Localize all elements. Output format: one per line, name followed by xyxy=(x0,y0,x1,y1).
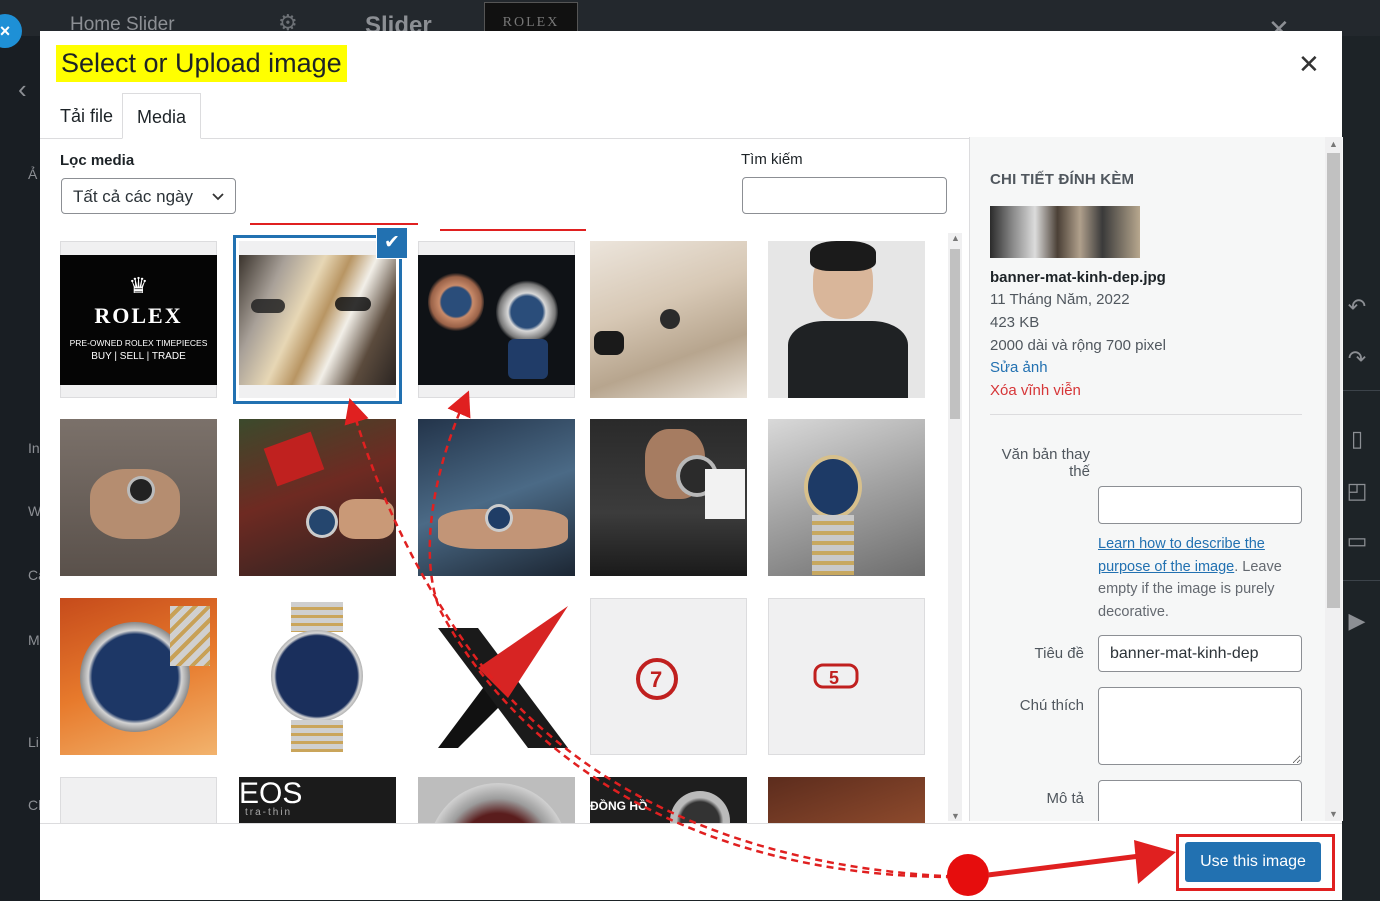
description-label: Mô tả xyxy=(1046,790,1084,807)
media-tile-eos-banner[interactable]: EOS tra-thin xyxy=(239,777,396,823)
panel-label: Li xyxy=(28,734,39,750)
media-tile-watch-closeup[interactable] xyxy=(418,777,575,823)
use-this-image-button[interactable]: Use this image xyxy=(1185,842,1321,882)
title-input[interactable] xyxy=(1098,635,1302,672)
tile-text: BUY | SELL | TRADE xyxy=(91,351,186,362)
alt-text-input[interactable] xyxy=(1098,486,1302,524)
alt-text-label-line: thế xyxy=(1069,463,1090,480)
x-logo-icon xyxy=(438,606,568,748)
media-tile-cuff-watch[interactable] xyxy=(590,419,747,576)
media-tile-man-portrait[interactable] xyxy=(768,241,925,398)
tab-upload[interactable]: Tải file xyxy=(46,93,127,137)
media-tile-rolex[interactable]: ♛ ROLEX PRE-OWNED ROLEX TIMEPIECES BUY |… xyxy=(60,241,217,398)
divider xyxy=(1343,390,1380,391)
media-grid: ♛ ROLEX PRE-OWNED ROLEX TIMEPIECES BUY |… xyxy=(40,233,950,823)
desktop-icon[interactable]: ▭ xyxy=(1346,528,1368,554)
media-tile-dong-ho[interactable]: ĐỒNG HỒ xyxy=(590,777,747,823)
alt-help-link[interactable]: purpose of the image xyxy=(1098,559,1234,575)
panel-label: Ả xyxy=(28,166,38,182)
media-tile-wrist-watch-1[interactable] xyxy=(60,419,217,576)
modal-footer xyxy=(40,823,1342,900)
modal-tabs: Tải file Media xyxy=(40,93,970,139)
alt-help-link[interactable]: Learn how to describe the xyxy=(1098,536,1265,552)
selected-check-icon[interactable]: ✔ xyxy=(377,228,407,258)
redo-icon[interactable]: ↷ xyxy=(1346,346,1368,372)
media-tile-citizen-watch-1[interactable] xyxy=(60,598,217,755)
date-filter-value: Tất cả các ngày xyxy=(73,187,194,206)
media-tile-wrist-watch-2[interactable] xyxy=(418,419,575,576)
icon-5-graphic: 5 xyxy=(813,663,859,689)
details-scrollbar-thumb[interactable] xyxy=(1327,153,1340,608)
media-tile-watches-blue[interactable] xyxy=(418,241,575,398)
tile-text: ROLEX xyxy=(94,303,183,328)
description-textarea[interactable] xyxy=(1098,780,1302,821)
chevron-down-icon xyxy=(211,179,225,228)
modal-title: Select or Upload image xyxy=(61,48,342,78)
title-label: Tiêu đề xyxy=(1034,645,1084,662)
divider xyxy=(1343,580,1380,581)
media-modal: Select or Upload image ✕ Tải file Media … xyxy=(40,31,1343,900)
details-scrollbar[interactable]: ▲ ▼ xyxy=(1325,137,1342,821)
play-icon[interactable]: ▶ xyxy=(1346,608,1368,634)
delete-permanently-link[interactable]: Xóa vĩnh viễn xyxy=(990,382,1081,399)
tile-text: PRE-OWNED ROLEX TIMEPIECES xyxy=(69,338,208,348)
details-heading: CHI TIẾT ĐÍNH KÈM xyxy=(990,171,1135,188)
scroll-down-icon[interactable]: ▼ xyxy=(1329,809,1338,819)
svg-text:7: 7 xyxy=(650,667,662,692)
svg-text:5: 5 xyxy=(829,668,839,688)
close-icon[interactable]: ✕ xyxy=(1298,49,1320,80)
search-label: Tìm kiếm xyxy=(741,151,803,168)
date-filter-select[interactable]: Tất cả các ngày xyxy=(61,178,236,214)
panel-label: M xyxy=(28,632,40,648)
tile-text: ĐỒNG HỒ xyxy=(590,799,648,813)
caption-textarea[interactable] xyxy=(1098,687,1302,765)
attachment-details: CHI TIẾT ĐÍNH KÈM banner-mat-kinh-dep.jp… xyxy=(969,137,1343,821)
tile-text: EOS xyxy=(239,777,303,810)
details-filesize: 423 KB xyxy=(990,314,1040,331)
icon-7-graphic: 7 xyxy=(636,658,678,700)
edit-image-link[interactable]: Sửa ảnh xyxy=(990,359,1048,376)
undo-icon[interactable]: ↶ xyxy=(1346,294,1368,320)
tile-text: tra-thin xyxy=(245,807,293,818)
scroll-down-icon[interactable]: ▼ xyxy=(951,811,960,821)
details-thumbnail xyxy=(990,206,1140,258)
grid-scrollbar[interactable]: ▲ ▼ xyxy=(948,233,962,821)
modal-title-highlight: Select or Upload image xyxy=(56,45,347,82)
scroll-up-icon[interactable]: ▲ xyxy=(951,233,960,243)
divider xyxy=(990,414,1302,415)
caption-label: Chú thích xyxy=(1019,697,1084,714)
media-tile-icon-7[interactable]: 7 xyxy=(590,598,747,755)
alt-text-label: Văn bản thay thế xyxy=(1000,446,1090,480)
search-input[interactable] xyxy=(742,177,947,214)
media-tile-citizen-wrist[interactable] xyxy=(768,419,925,576)
grid-scrollbar-thumb[interactable] xyxy=(950,249,960,419)
media-tile-gift-watch[interactable] xyxy=(239,419,396,576)
media-tile-man-sitting[interactable] xyxy=(590,241,747,398)
details-date: 11 Tháng Năm, 2022 xyxy=(990,291,1130,308)
scroll-up-icon[interactable]: ▲ xyxy=(1329,139,1338,149)
filter-label: Lọc media xyxy=(60,152,135,169)
media-tile-blank[interactable] xyxy=(60,777,217,823)
details-dimensions: 2000 dài và rộng 700 pixel xyxy=(990,337,1166,354)
media-tile-x-logo[interactable] xyxy=(418,598,575,755)
tablet-icon[interactable]: ◰ xyxy=(1346,478,1368,504)
tab-media[interactable]: Media xyxy=(122,93,202,139)
media-tile-banner-mat-kinh-dep[interactable] xyxy=(239,241,396,398)
annotation-underline xyxy=(440,229,586,231)
media-tile-rusty[interactable] xyxy=(768,777,925,823)
mobile-icon[interactable]: ▯ xyxy=(1346,426,1368,452)
crown-icon: ♛ xyxy=(128,273,149,298)
editor-right-panel xyxy=(1343,36,1380,901)
annotation-underline xyxy=(250,223,418,225)
chevron-left-icon[interactable]: ‹ xyxy=(18,74,27,105)
media-tile-citizen-watch-2[interactable] xyxy=(239,598,396,755)
alt-text-label-line: Văn bản thay xyxy=(1001,446,1090,463)
media-tile-icon-5[interactable]: 5 xyxy=(768,598,925,755)
panel-label: In xyxy=(28,440,40,456)
details-filename: banner-mat-kinh-dep.jpg xyxy=(990,269,1166,286)
alt-text-help: Learn how to describe the purpose of the… xyxy=(1098,533,1302,623)
